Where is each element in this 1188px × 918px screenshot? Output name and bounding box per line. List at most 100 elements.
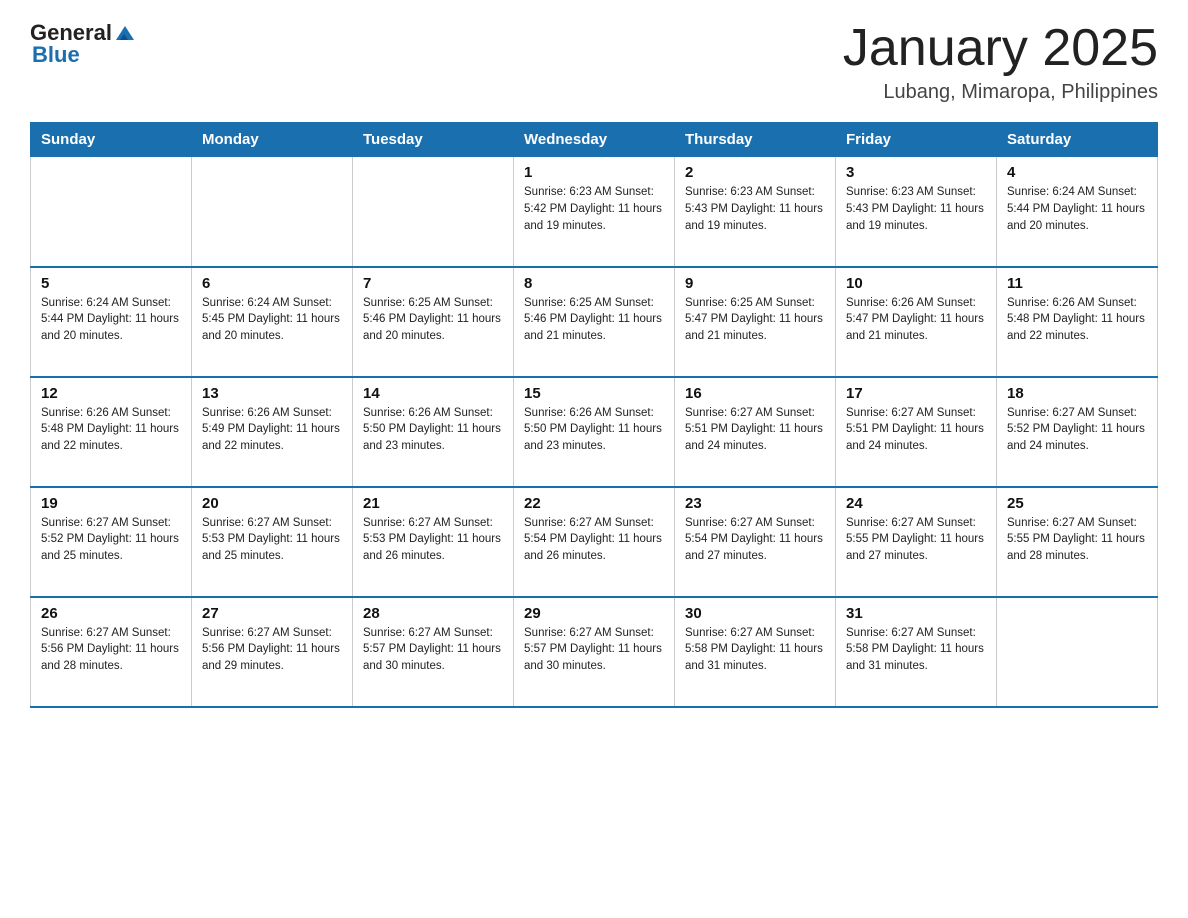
calendar-cell: 16 Sunrise: 6:27 AM Sunset: 5:51 PM Dayli… — [675, 377, 836, 487]
day-number: 24 — [846, 495, 986, 512]
calendar-header-row: SundayMondayTuesdayWednesdayThursdayFrid… — [31, 123, 1158, 157]
calendar-cell: 18 Sunrise: 6:27 AM Sunset: 5:52 PM Dayli… — [997, 377, 1158, 487]
calendar-cell: 5Sunrise: 6:24 AM Sunset: 5:44 PM Daylig… — [31, 267, 192, 377]
day-number: 6 — [202, 275, 342, 292]
day-number: 29 — [524, 605, 664, 622]
day-number: 26 — [41, 605, 181, 622]
calendar-week-row: 26 Sunrise: 6:27 AM Sunset: 5:56 PM Dayli… — [31, 597, 1158, 707]
calendar-cell: 14 Sunrise: 6:26 AM Sunset: 5:50 PM Dayli… — [353, 377, 514, 487]
col-header-friday: Friday — [836, 123, 997, 157]
day-info: Sunrise: 6:27 AM Sunset: 5:57 PM Dayligh… — [363, 625, 503, 675]
calendar-cell: 29 Sunrise: 6:27 AM Sunset: 5:57 PM Dayli… — [514, 597, 675, 707]
calendar-cell: 30 Sunrise: 6:27 AM Sunset: 5:58 PM Dayli… — [675, 597, 836, 707]
day-info: Sunrise: 6:27 AM Sunset: 5:55 PM Dayligh… — [846, 515, 986, 565]
day-info: Sunrise: 6:27 AM Sunset: 5:56 PM Dayligh… — [202, 625, 342, 675]
calendar-cell: 15Sunrise: 6:26 AM Sunset: 5:50 PM Dayli… — [514, 377, 675, 487]
day-info: Sunrise: 6:25 AM Sunset: 5:46 PM Dayligh… — [363, 295, 503, 345]
day-info: Sunrise: 6:25 AM Sunset: 5:46 PM Dayligh… — [524, 295, 664, 345]
day-info: Sunrise: 6:26 AM Sunset: 5:48 PM Dayligh… — [41, 405, 181, 455]
day-number: 8 — [524, 275, 664, 292]
calendar-cell — [31, 157, 192, 267]
day-info: Sunrise: 6:24 AM Sunset: 5:44 PM Dayligh… — [1007, 184, 1147, 234]
calendar-cell: 22 Sunrise: 6:27 AM Sunset: 5:54 PM Dayli… — [514, 487, 675, 597]
day-number: 25 — [1007, 495, 1147, 512]
calendar-cell: 27 Sunrise: 6:27 AM Sunset: 5:56 PM Dayli… — [192, 597, 353, 707]
calendar-cell: 8 Sunrise: 6:25 AM Sunset: 5:46 PM Daylig… — [514, 267, 675, 377]
day-number: 3 — [846, 164, 986, 181]
day-number: 12 — [41, 385, 181, 402]
calendar-title: January 2025 — [843, 20, 1158, 77]
calendar-cell: 25 Sunrise: 6:27 AM Sunset: 5:55 PM Dayli… — [997, 487, 1158, 597]
day-info: Sunrise: 6:26 AM Sunset: 5:48 PM Dayligh… — [1007, 295, 1147, 345]
day-number: 23 — [685, 495, 825, 512]
calendar-cell: 21 Sunrise: 6:27 AM Sunset: 5:53 PM Dayli… — [353, 487, 514, 597]
calendar-table: SundayMondayTuesdayWednesdayThursdayFrid… — [30, 122, 1158, 708]
day-info: Sunrise: 6:26 AM Sunset: 5:50 PM Dayligh… — [363, 405, 503, 455]
col-header-tuesday: Tuesday — [353, 123, 514, 157]
calendar-cell — [353, 157, 514, 267]
col-header-saturday: Saturday — [997, 123, 1158, 157]
day-number: 30 — [685, 605, 825, 622]
calendar-cell: 28 Sunrise: 6:27 AM Sunset: 5:57 PM Dayli… — [353, 597, 514, 707]
day-info: Sunrise: 6:27 AM Sunset: 5:58 PM Dayligh… — [685, 625, 825, 675]
col-header-thursday: Thursday — [675, 123, 836, 157]
day-info: Sunrise: 6:27 AM Sunset: 5:51 PM Dayligh… — [685, 405, 825, 455]
col-header-monday: Monday — [192, 123, 353, 157]
day-number: 1 — [524, 164, 664, 181]
day-info: Sunrise: 6:23 AM Sunset: 5:43 PM Dayligh… — [685, 184, 825, 234]
day-number: 27 — [202, 605, 342, 622]
calendar-cell: 31Sunrise: 6:27 AM Sunset: 5:58 PM Dayli… — [836, 597, 997, 707]
title-block: January 2025 Lubang, Mimaropa, Philippin… — [843, 20, 1158, 104]
calendar-cell: 12 Sunrise: 6:26 AM Sunset: 5:48 PM Dayli… — [31, 377, 192, 487]
day-info: Sunrise: 6:25 AM Sunset: 5:47 PM Dayligh… — [685, 295, 825, 345]
day-number: 18 — [1007, 385, 1147, 402]
calendar-cell — [997, 597, 1158, 707]
calendar-cell: 26Sunrise: 6:27 AM Sunset: 5:56 PM Dayli… — [31, 597, 192, 707]
calendar-cell: 11 Sunrise: 6:26 AM Sunset: 5:48 PM Dayli… — [997, 267, 1158, 377]
day-number: 28 — [363, 605, 503, 622]
logo-blue-text: Blue — [32, 42, 80, 68]
day-number: 13 — [202, 385, 342, 402]
day-info: Sunrise: 6:27 AM Sunset: 5:53 PM Dayligh… — [202, 515, 342, 565]
calendar-week-row: 1Sunrise: 6:23 AM Sunset: 5:42 PM Daylig… — [31, 157, 1158, 267]
calendar-cell: 6Sunrise: 6:24 AM Sunset: 5:45 PM Daylig… — [192, 267, 353, 377]
calendar-cell: 3 Sunrise: 6:23 AM Sunset: 5:43 PM Daylig… — [836, 157, 997, 267]
day-number: 21 — [363, 495, 503, 512]
day-number: 22 — [524, 495, 664, 512]
calendar-cell: 7 Sunrise: 6:25 AM Sunset: 5:46 PM Daylig… — [353, 267, 514, 377]
day-number: 7 — [363, 275, 503, 292]
day-info: Sunrise: 6:27 AM Sunset: 5:55 PM Dayligh… — [1007, 515, 1147, 565]
day-number: 20 — [202, 495, 342, 512]
calendar-cell — [192, 157, 353, 267]
day-info: Sunrise: 6:27 AM Sunset: 5:51 PM Dayligh… — [846, 405, 986, 455]
logo-icon — [114, 22, 136, 44]
calendar-cell: 2Sunrise: 6:23 AM Sunset: 5:43 PM Daylig… — [675, 157, 836, 267]
day-info: Sunrise: 6:27 AM Sunset: 5:54 PM Dayligh… — [524, 515, 664, 565]
day-number: 10 — [846, 275, 986, 292]
day-number: 14 — [363, 385, 503, 402]
day-info: Sunrise: 6:26 AM Sunset: 5:50 PM Dayligh… — [524, 405, 664, 455]
calendar-cell: 4Sunrise: 6:24 AM Sunset: 5:44 PM Daylig… — [997, 157, 1158, 267]
calendar-week-row: 5Sunrise: 6:24 AM Sunset: 5:44 PM Daylig… — [31, 267, 1158, 377]
day-info: Sunrise: 6:27 AM Sunset: 5:54 PM Dayligh… — [685, 515, 825, 565]
day-info: Sunrise: 6:23 AM Sunset: 5:43 PM Dayligh… — [846, 184, 986, 234]
calendar-cell: 13Sunrise: 6:26 AM Sunset: 5:49 PM Dayli… — [192, 377, 353, 487]
day-number: 19 — [41, 495, 181, 512]
day-number: 9 — [685, 275, 825, 292]
page-header: General Blue January 2025 Lubang, Mimaro… — [30, 20, 1158, 104]
day-number: 11 — [1007, 275, 1147, 292]
calendar-cell: 19Sunrise: 6:27 AM Sunset: 5:52 PM Dayli… — [31, 487, 192, 597]
day-info: Sunrise: 6:27 AM Sunset: 5:57 PM Dayligh… — [524, 625, 664, 675]
calendar-cell: 9 Sunrise: 6:25 AM Sunset: 5:47 PM Daylig… — [675, 267, 836, 377]
calendar-cell: 17 Sunrise: 6:27 AM Sunset: 5:51 PM Dayli… — [836, 377, 997, 487]
day-number: 16 — [685, 385, 825, 402]
day-number: 17 — [846, 385, 986, 402]
day-info: Sunrise: 6:27 AM Sunset: 5:53 PM Dayligh… — [363, 515, 503, 565]
day-info: Sunrise: 6:27 AM Sunset: 5:52 PM Dayligh… — [1007, 405, 1147, 455]
calendar-cell: 1Sunrise: 6:23 AM Sunset: 5:42 PM Daylig… — [514, 157, 675, 267]
day-info: Sunrise: 6:24 AM Sunset: 5:44 PM Dayligh… — [41, 295, 181, 345]
logo: General Blue — [30, 20, 136, 68]
col-header-sunday: Sunday — [31, 123, 192, 157]
calendar-week-row: 12 Sunrise: 6:26 AM Sunset: 5:48 PM Dayli… — [31, 377, 1158, 487]
col-header-wednesday: Wednesday — [514, 123, 675, 157]
